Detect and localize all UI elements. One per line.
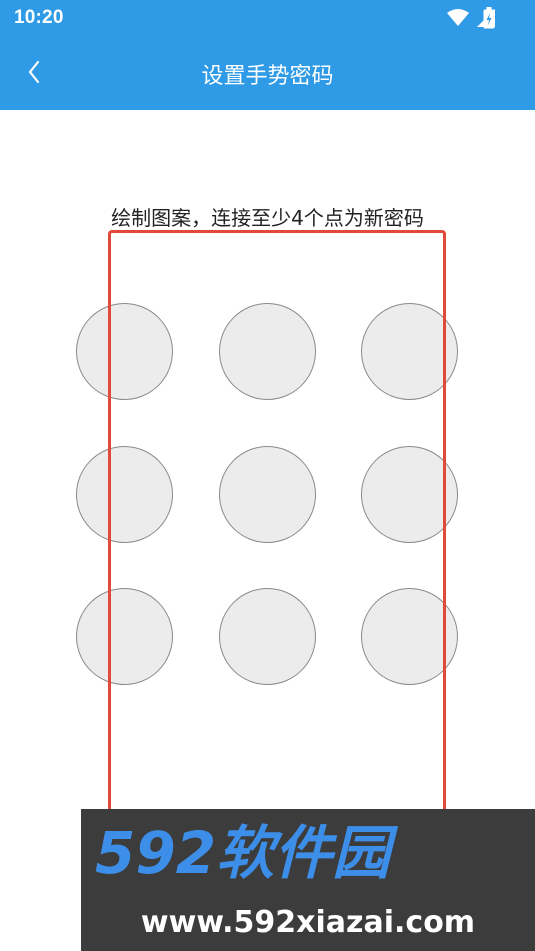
pattern-dot-1[interactable]	[76, 303, 173, 400]
pattern-dot-2[interactable]	[219, 303, 316, 400]
pattern-dot-6[interactable]	[361, 446, 458, 543]
pattern-dot-3[interactable]	[361, 303, 458, 400]
pattern-dot-9[interactable]	[361, 588, 458, 685]
watermark-url: www.592xiazai.com	[140, 905, 476, 940]
pattern-dot-4[interactable]	[76, 446, 173, 543]
watermark-logo: 592软件园	[95, 819, 399, 887]
pattern-dot-8[interactable]	[219, 588, 316, 685]
pattern-dot-7[interactable]	[76, 588, 173, 685]
pattern-dot-5[interactable]	[219, 446, 316, 543]
watermark-brand: 592软件园	[95, 819, 399, 887]
watermark: 592软件园 www.592xiazai.com	[81, 809, 535, 951]
